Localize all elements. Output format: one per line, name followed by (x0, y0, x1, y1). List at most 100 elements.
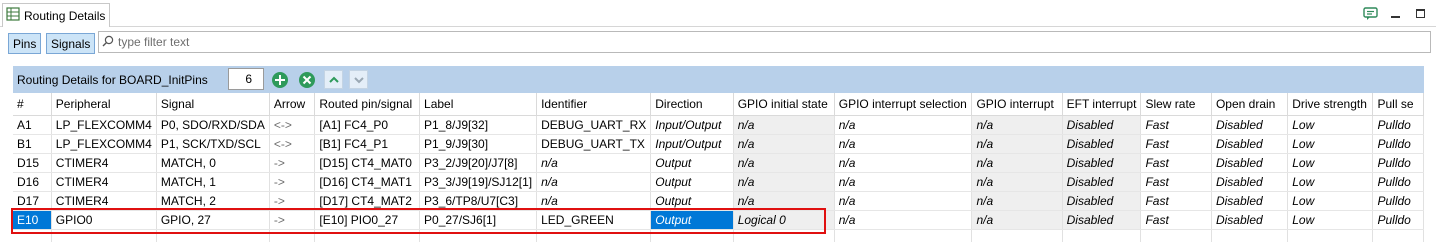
table-cell[interactable]: n/a (971, 153, 1063, 173)
table-cell[interactable]: Fast (1140, 210, 1212, 230)
table-cell[interactable]: P0_27/SJ6[1] (419, 210, 538, 230)
table-cell[interactable]: Pulldo (1372, 134, 1424, 154)
table-cell[interactable]: P1_8/J9[32] (419, 115, 538, 135)
table-cell[interactable]: n/a (733, 153, 835, 173)
table-cell[interactable]: A1 (13, 115, 52, 135)
table-cell[interactable]: n/a (971, 172, 1063, 192)
table-cell[interactable]: Input/Output (650, 134, 734, 154)
column-header[interactable]: # (13, 93, 52, 116)
table-cell[interactable]: <-> (269, 134, 316, 154)
routing-details-tab[interactable]: Routing Details (2, 3, 110, 27)
table-cell[interactable]: Fast (1140, 115, 1212, 135)
table-cell[interactable]: n/a (733, 134, 835, 154)
table-cell[interactable]: Disabled (1211, 153, 1289, 173)
column-header[interactable]: Routed pin/signal (314, 93, 421, 116)
table-cell[interactable]: Low (1287, 115, 1374, 135)
column-header[interactable]: Pull se (1372, 93, 1424, 116)
table-cell[interactable]: P1_9/J9[30] (419, 134, 538, 154)
comment-icon[interactable] (1363, 6, 1378, 21)
column-header[interactable]: EFT interrupt (1062, 93, 1142, 116)
table-cell[interactable]: Fast (1140, 191, 1212, 211)
table-cell[interactable]: Pulldo (1372, 153, 1424, 173)
table-row[interactable]: D17 CTIMER4 MATCH, 2 -> [D17] CT4_MAT2 P3_6/T… (13, 191, 1424, 211)
table-cell[interactable]: Disabled (1062, 115, 1142, 135)
table-cell[interactable]: [D16] CT4_MAT1 (314, 172, 421, 192)
table-cell[interactable]: Disabled (1062, 172, 1142, 192)
table-cell[interactable]: Disabled (1211, 172, 1289, 192)
table-cell[interactable]: D16 (13, 172, 52, 192)
filter-input[interactable]: type filter text (98, 31, 1431, 53)
table-cell[interactable]: DEBUG_UART_RX (536, 115, 652, 135)
table-cell[interactable]: Disabled (1211, 210, 1289, 230)
table-cell[interactable]: <-> (269, 115, 316, 135)
table-cell[interactable]: Logical 0 (733, 210, 835, 230)
table-cell[interactable]: LP_FLEXCOMM4 (51, 115, 157, 135)
column-header[interactable]: GPIO initial state (733, 93, 835, 116)
table-cell[interactable]: n/a (834, 153, 973, 173)
table-row[interactable]: D16 CTIMER4 MATCH, 1 -> [D16] CT4_MAT1 P3_3/J… (13, 172, 1424, 192)
table-cell[interactable]: LED_GREEN (536, 210, 652, 230)
table-cell[interactable]: MATCH, 0 (156, 153, 270, 173)
table-cell[interactable]: n/a (536, 172, 652, 192)
table-cell[interactable]: n/a (834, 134, 973, 154)
table-cell[interactable]: Fast (1140, 153, 1212, 173)
table-cell[interactable]: Disabled (1211, 115, 1289, 135)
table-cell[interactable]: n/a (971, 134, 1063, 154)
table-cell[interactable]: B1 (13, 134, 52, 154)
table-cell[interactable]: P3_2/J9[20]/J7[8] (419, 153, 538, 173)
table-cell[interactable]: -> (269, 191, 316, 211)
table-cell[interactable]: D17 (13, 191, 52, 211)
table-cell[interactable]: Disabled (1211, 191, 1289, 211)
column-header[interactable]: Signal (156, 93, 270, 116)
table-cell[interactable]: P0, SDO/RXD/SDA (156, 115, 270, 135)
maximize-icon[interactable] (1413, 6, 1428, 21)
table-cell[interactable]: -> (269, 172, 316, 192)
table-row[interactable]: A1 LP_FLEXCOMM4 P0, SDO/RXD/SDA <-> [A1] FC4… (13, 115, 1424, 135)
table-cell[interactable]: Low (1287, 172, 1374, 192)
table-cell[interactable]: CTIMER4 (51, 153, 157, 173)
table-cell[interactable]: -> (269, 210, 316, 230)
arrow-up-icon[interactable] (324, 70, 343, 89)
column-header[interactable]: Direction (650, 93, 734, 116)
table-cell[interactable]: n/a (834, 210, 973, 230)
table-cell[interactable]: D15 (13, 153, 52, 173)
table-cell[interactable]: Input/Output (650, 115, 734, 135)
table-cell[interactable]: Disabled (1062, 191, 1142, 211)
table-cell[interactable]: GPIO, 27 (156, 210, 270, 230)
table-cell[interactable]: n/a (733, 191, 835, 211)
table-cell[interactable]: Low (1287, 134, 1374, 154)
table-cell[interactable]: n/a (733, 172, 835, 192)
table-cell[interactable]: n/a (834, 115, 973, 135)
table-cell[interactable]: E10 (13, 210, 52, 230)
table-cell[interactable]: n/a (733, 115, 835, 135)
table-cell[interactable]: DEBUG_UART_TX (536, 134, 652, 154)
table-cell[interactable]: n/a (536, 191, 652, 211)
column-header[interactable]: Slew rate (1140, 93, 1212, 116)
table-cell[interactable]: CTIMER4 (51, 191, 157, 211)
minimize-icon[interactable] (1388, 6, 1403, 21)
table-cell[interactable]: Pulldo (1372, 115, 1424, 135)
table-cell[interactable]: Disabled (1062, 153, 1142, 173)
table-cell[interactable]: Low (1287, 153, 1374, 173)
table-cell[interactable]: P3_6/TP8/U7[C3] (419, 191, 538, 211)
table-cell[interactable]: CTIMER4 (51, 172, 157, 192)
table-row[interactable]: B1 LP_FLEXCOMM4 P1, SCK/TXD/SCL <-> [B1] FC4… (13, 134, 1424, 154)
column-header[interactable]: GPIO interrupt selection (834, 93, 973, 116)
table-cell[interactable]: -> (269, 153, 316, 173)
column-header[interactable]: Drive strength (1287, 93, 1374, 116)
table-cell[interactable]: Output (650, 210, 734, 230)
table-cell[interactable]: n/a (834, 172, 973, 192)
column-header[interactable]: Label (419, 93, 538, 116)
table-cell[interactable]: Low (1287, 191, 1374, 211)
table-cell[interactable]: n/a (834, 191, 973, 211)
table-cell[interactable]: Pulldo (1372, 191, 1424, 211)
column-header[interactable]: Identifier (536, 93, 652, 116)
table-cell[interactable]: Fast (1140, 134, 1212, 154)
table-row[interactable]: E10 GPIO0 GPIO, 27 -> [E10] PIO0_27 P0_27/SJ6… (13, 210, 1424, 230)
signals-toggle-button[interactable]: Signals (46, 33, 96, 54)
table-cell[interactable]: LP_FLEXCOMM4 (51, 134, 157, 154)
table-cell[interactable]: Disabled (1062, 210, 1142, 230)
table-cell[interactable]: GPIO0 (51, 210, 157, 230)
table-cell[interactable]: P1, SCK/TXD/SCL (156, 134, 270, 154)
table-cell[interactable]: Pulldo (1372, 172, 1424, 192)
